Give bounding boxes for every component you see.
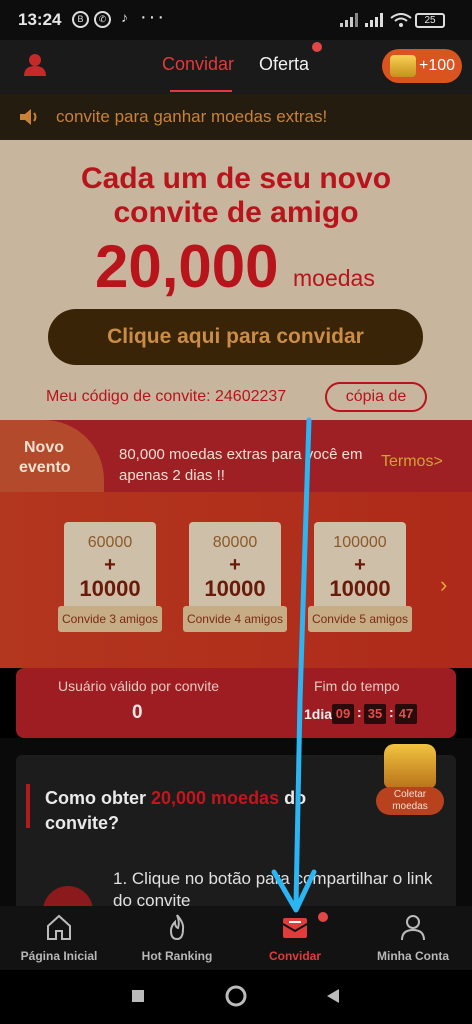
how-title-highlight: 20,000 moedas	[151, 788, 280, 808]
countdown-hours: 09	[332, 704, 354, 724]
reward-card[interactable]: 80000 + 10000 Convide 4 amigos	[183, 522, 287, 632]
more-icon: ···	[140, 6, 166, 28]
home-circle-icon[interactable]	[225, 985, 247, 1007]
event-badge-line2: evento	[19, 459, 71, 476]
coin-icon	[390, 55, 416, 77]
hero-title-line1: Cada um de seu novo	[80, 162, 392, 195]
event-description: 80,000 moedas extras para você em apenas…	[119, 446, 363, 484]
card-label: Convide 4 amigos	[183, 606, 287, 632]
top-header: Convidar Oferta +100	[0, 40, 472, 94]
invite-button[interactable]: Clique aqui para convidar	[48, 309, 423, 365]
card-plus: +	[229, 554, 241, 576]
speaker-icon	[20, 109, 37, 125]
tab-invite[interactable]: Convidar	[162, 54, 234, 75]
how-to-title: Como obter 20,000 moedas do convite?	[45, 786, 345, 836]
battery-icon: 25	[415, 13, 445, 28]
card-base-value: 80000	[212, 534, 258, 551]
countdown-minutes: 35	[364, 704, 386, 724]
valid-users-count: 0	[132, 702, 143, 723]
hero-title: Cada um de seu novo convite de amigo	[0, 162, 472, 230]
terms-link[interactable]: Termos>	[381, 453, 443, 471]
nav-account[interactable]: Minha Conta	[354, 906, 472, 970]
copy-code-button[interactable]: cópia de	[325, 382, 427, 412]
notification-dot	[312, 42, 322, 52]
reward-card[interactable]: 100000 + 10000 Convide 5 amigos	[308, 522, 412, 632]
nav-invite[interactable]: Convidar	[236, 906, 354, 970]
system-navigation-bar	[0, 970, 472, 1024]
person-icon	[401, 915, 425, 941]
notification-dot	[318, 912, 328, 922]
nav-home[interactable]: Página Inicial	[0, 906, 118, 970]
announcement-bar: convite para ganhar moedas extras!	[0, 94, 472, 140]
nav-hot-ranking[interactable]: Hot Ranking	[118, 906, 236, 970]
invite-code-label: Meu código de convite: 24602237	[46, 388, 287, 405]
hero-title-line2: convite de amigo	[113, 196, 359, 229]
collect-coins-label: Coletar moedas	[376, 787, 444, 815]
signal-icon	[340, 13, 358, 27]
tiktok-icon: ♪	[121, 9, 128, 25]
status-time: 13:24	[18, 10, 62, 29]
wifi-icon	[390, 13, 412, 27]
status-bar: 13:24 B ✆ ♪ ··· 25	[0, 0, 472, 40]
coin-balance: +100	[419, 57, 456, 74]
tab-active-underline	[170, 90, 232, 92]
event-badge-line1: Novo	[24, 439, 64, 456]
section-accent-bar	[26, 784, 30, 828]
flame-icon	[169, 914, 185, 941]
announcement-text: convite para ganhar moedas extras!	[56, 107, 328, 126]
collect-coins-button[interactable]: Coletar moedas	[376, 740, 444, 815]
nav-invite-label: Convidar	[268, 949, 321, 963]
countdown-separator: :	[357, 704, 362, 720]
reward-amount: 20,000	[95, 233, 279, 300]
how-title-prefix: Como obter	[45, 788, 151, 808]
reward-unit: moedas	[293, 265, 375, 291]
nav-home-label: Página Inicial	[20, 949, 98, 963]
card-base-value: 100000	[333, 534, 387, 551]
user-icon[interactable]	[22, 52, 48, 78]
card-bonus-value: 10000	[329, 576, 391, 601]
envelope-icon	[282, 918, 308, 938]
chevron-right-icon[interactable]: ›	[440, 572, 447, 598]
card-bonus-value: 10000	[79, 576, 141, 601]
countdown-separator: :	[389, 704, 394, 720]
card-bonus-value: 10000	[204, 576, 266, 601]
end-time-label: Fim do tempo	[314, 678, 400, 694]
invite-stats-panel: Usuário válido por convite 0 Fim do temp…	[16, 668, 456, 738]
reward-card[interactable]: 60000 + 10000 Convide 3 amigos	[58, 522, 162, 632]
card-plus: +	[104, 554, 116, 576]
treasure-chest-icon	[384, 744, 436, 788]
home-icon	[47, 914, 71, 940]
card-label: Convide 5 amigos	[308, 606, 412, 632]
countdown-days: 1dia	[304, 706, 333, 722]
back-icon[interactable]	[325, 988, 341, 1004]
nav-hot-ranking-label: Hot Ranking	[141, 949, 213, 963]
countdown-seconds: 47	[395, 704, 417, 724]
recents-icon[interactable]	[131, 989, 145, 1003]
card-base-value: 60000	[87, 534, 133, 551]
card-label: Convide 3 amigos	[58, 606, 162, 632]
signal-icon	[365, 13, 383, 27]
whatsapp-icon: ✆	[94, 11, 111, 28]
valid-users-label: Usuário válido por convite	[58, 678, 220, 694]
coin-balance-button[interactable]: +100	[382, 49, 462, 83]
nav-account-label: Minha Conta	[377, 949, 449, 963]
bottom-navigation: Página Inicial Hot Ranking Convidar Minh…	[0, 906, 472, 970]
b-icon: B	[72, 11, 89, 28]
card-plus: +	[354, 554, 366, 576]
tab-offer[interactable]: Oferta	[259, 54, 309, 75]
